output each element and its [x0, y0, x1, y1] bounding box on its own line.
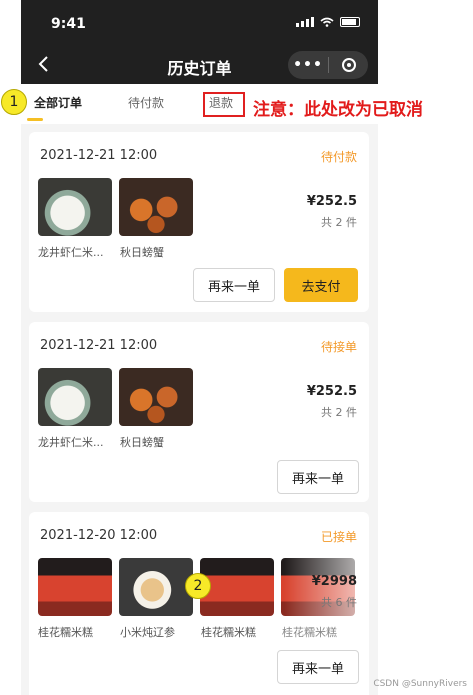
annotation-note: 注意：此处改为已取消: [253, 100, 423, 120]
reorder-button[interactable]: 再来一单: [193, 268, 275, 302]
watermark: CSDN @SunnyRivers: [373, 679, 467, 689]
tab-pending-payment[interactable]: 待付款: [128, 94, 164, 111]
order-card[interactable]: 2021-12-21 12:00 待接单 龙井虾仁米... 秋日螃蟹 ¥252.…: [29, 322, 369, 502]
pay-button[interactable]: 去支付: [284, 268, 358, 302]
item-name: 龙井虾仁米...: [38, 436, 104, 449]
order-card[interactable]: 2021-12-20 12:00 已接单 桂花糯米糕 小米炖辽参 桂花糯米糕 桂…: [29, 512, 369, 695]
item-name: 桂花糯米糕: [201, 626, 256, 639]
item-name: 秋日螃蟹: [120, 246, 164, 259]
order-status: 已接单: [320, 530, 357, 544]
mini-program-capsule: •••: [288, 51, 368, 79]
item-image: [38, 368, 112, 426]
status-time: 9:41: [51, 16, 86, 32]
item-image: [119, 178, 193, 236]
item-image: [38, 558, 112, 616]
reorder-button[interactable]: 再来一单: [277, 650, 359, 684]
order-count: 共 6 件: [321, 596, 357, 609]
close-circle-icon: [341, 58, 356, 72]
annotation-marker-1: 1: [1, 89, 27, 115]
nav-bar: 历史订单 •••: [21, 44, 378, 84]
order-status: 待接单: [320, 340, 357, 354]
annotation-highlight-box: [203, 92, 245, 117]
item-image: [38, 178, 112, 236]
tab-all-orders[interactable]: 全部订单: [34, 94, 82, 111]
order-card[interactable]: 2021-12-21 12:00 待付款 龙井虾仁米... 秋日螃蟹 ¥252.…: [29, 132, 369, 312]
item-name: 小米炖辽参: [120, 626, 175, 639]
order-date: 2021-12-21 12:00: [40, 148, 158, 163]
more-menu-button[interactable]: •••: [288, 57, 328, 73]
order-count: 共 2 件: [321, 406, 357, 419]
item-name: 桂花糯米糕: [38, 626, 93, 639]
item-image: [119, 368, 193, 426]
active-tab-indicator: [27, 118, 43, 121]
signal-icon: [296, 17, 314, 27]
order-price: ¥252.5: [306, 384, 357, 399]
order-date: 2021-12-20 12:00: [40, 528, 158, 543]
item-name: 桂花糯米糕: [282, 626, 337, 639]
battery-icon: [340, 17, 360, 27]
status-bar: 9:41: [21, 0, 378, 44]
order-count: 共 2 件: [321, 216, 357, 229]
order-status: 待付款: [320, 150, 357, 164]
item-image: [119, 558, 193, 616]
close-program-button[interactable]: [329, 58, 368, 72]
annotation-marker-2: 2: [185, 573, 211, 599]
item-image: [200, 558, 274, 616]
item-name: 秋日螃蟹: [120, 436, 164, 449]
order-date: 2021-12-21 12:00: [40, 338, 158, 353]
status-icons: [296, 17, 360, 27]
order-price: ¥2998: [311, 574, 357, 589]
item-name: 龙井虾仁米...: [38, 246, 104, 259]
wifi-icon: [320, 17, 334, 27]
reorder-button[interactable]: 再来一单: [277, 460, 359, 494]
order-price: ¥252.5: [306, 194, 357, 209]
